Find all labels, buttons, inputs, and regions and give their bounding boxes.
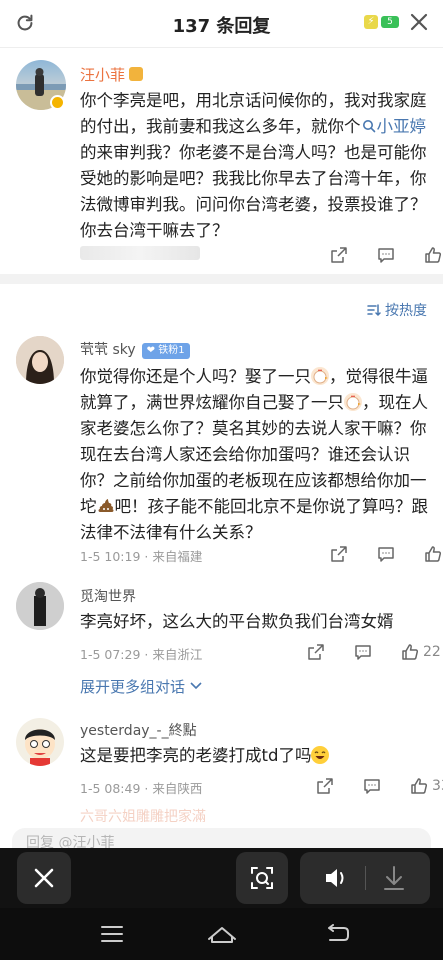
home-icon[interactable] [207, 924, 237, 944]
scan-icon[interactable] [236, 852, 288, 904]
menu-icon[interactable] [100, 924, 124, 944]
laughing-icon [311, 746, 330, 764]
share-icon[interactable] [307, 643, 325, 661]
dock-divider [365, 866, 366, 890]
fan-badge-label: 铁粉1 [158, 345, 185, 356]
like-count: 33 [432, 778, 443, 794]
comment-text: 这是要把李亮的老婆打成td了吗 [80, 743, 432, 769]
status-indicators: ⚡ 5 [364, 15, 399, 29]
dock-close-button[interactable] [17, 852, 71, 904]
comment-author[interactable]: 觅淘世界 [80, 586, 136, 606]
comment-actions: 33 [316, 777, 443, 795]
flash-icon: ⚡ [364, 15, 378, 29]
floating-dock [0, 848, 443, 908]
next-comment-author: 六哥六姐雕雕把家滿 [80, 809, 206, 822]
section-divider [0, 274, 443, 284]
close-icon[interactable] [17, 852, 71, 904]
comment-meta: 1-5 08:49 · 来自陕西 [80, 781, 203, 796]
comment-text: 你觉得你还是个人吗？娶了一只 ，觉得很牛逼就算了，满世界炫耀你自己娶了一只 ，现在人… [80, 364, 432, 546]
comment-actions [330, 545, 442, 563]
comment-text-part: 你觉得你还是个人吗？娶了一只 [80, 367, 311, 386]
comment-icon[interactable] [363, 777, 381, 795]
blurred-meta [80, 246, 200, 260]
comment-author[interactable]: 茕茕 sky ❤ 铁粉1 [80, 339, 190, 359]
volume-icon[interactable] [310, 852, 362, 904]
comment-text-part: 吧！孩子能不能回北京不是你说了算吗？跟法律不法律有什么关系？ [80, 497, 428, 542]
avatar[interactable] [16, 336, 64, 384]
chevron-down-icon [190, 682, 202, 690]
like-button[interactable]: 22 [401, 643, 441, 661]
avatar[interactable] [16, 718, 64, 766]
expand-label[interactable]: 展开更多组对话 [80, 678, 185, 696]
poop-icon [97, 497, 115, 515]
back-icon[interactable] [324, 924, 350, 944]
comment-author[interactable]: yesterday_-_終點 [80, 720, 197, 740]
chicken-icon [344, 393, 362, 411]
avatar[interactable] [16, 582, 64, 630]
close-icon[interactable] [409, 12, 429, 32]
fan-badge: ❤ 铁粉1 [141, 343, 190, 359]
sort-label[interactable]: 按热度 [385, 300, 427, 320]
post-author-name[interactable]: 汪小菲 [80, 66, 125, 84]
top-bar: 137 条回复 ⚡ 5 [0, 0, 443, 48]
expand-conversations-link[interactable]: 展开更多组对话 [80, 676, 202, 697]
like-count: 22 [423, 644, 441, 660]
verified-badge-icon [50, 95, 65, 110]
sort-icon [367, 304, 381, 316]
comment-meta: 1-5 07:29 · 来自浙江 [80, 647, 203, 662]
download-icon[interactable] [368, 852, 420, 904]
next-comment-preview: 六哥六姐雕雕把家滿 [80, 806, 280, 822]
comment-text: 李亮好坏，这么大的平台欺负我们台湾女婿 [80, 612, 394, 631]
comment-icon[interactable] [377, 246, 395, 264]
media-controls [300, 852, 430, 904]
share-icon[interactable] [330, 545, 348, 563]
comment-text-part: 这是要把李亮的老婆打成td了吗 [80, 746, 312, 765]
comment-author-name[interactable]: 茕茕 sky [80, 342, 136, 358]
like-icon[interactable] [410, 777, 428, 795]
post-text: 你个李亮是吧，用北京话问候你的，我对我家庭的付出，我前妻和我这么多年，就你个 小亚… [80, 88, 430, 244]
share-icon[interactable] [316, 777, 334, 795]
comment-meta: 1-5 10:19 · 来自福建 [80, 549, 203, 564]
post-actions [330, 246, 442, 264]
crown-icon [129, 67, 144, 81]
comment-icon[interactable] [377, 545, 395, 563]
comment-actions: 22 [307, 643, 441, 661]
comment-icon[interactable] [354, 643, 372, 661]
sort-toggle[interactable]: 按热度 [367, 300, 427, 320]
like-icon[interactable] [424, 545, 442, 563]
share-icon[interactable] [330, 246, 348, 264]
screenshot-button[interactable] [236, 852, 288, 904]
chicken-icon [311, 367, 329, 385]
like-button[interactable]: 33 [410, 777, 443, 795]
like-icon[interactable] [401, 643, 419, 661]
search-icon [362, 120, 375, 133]
system-nav-bar [0, 908, 443, 960]
post-author[interactable]: 汪小菲 [80, 64, 144, 85]
battery-icon: 5 [381, 16, 399, 28]
post-text-post: 的来审判我？你老婆不是台湾人吗？也是可能你受她的影响是吧？我我比你早去了台湾十年… [80, 143, 427, 240]
like-icon[interactable] [424, 246, 442, 264]
topic-link[interactable]: 小亚婷 [377, 117, 427, 136]
